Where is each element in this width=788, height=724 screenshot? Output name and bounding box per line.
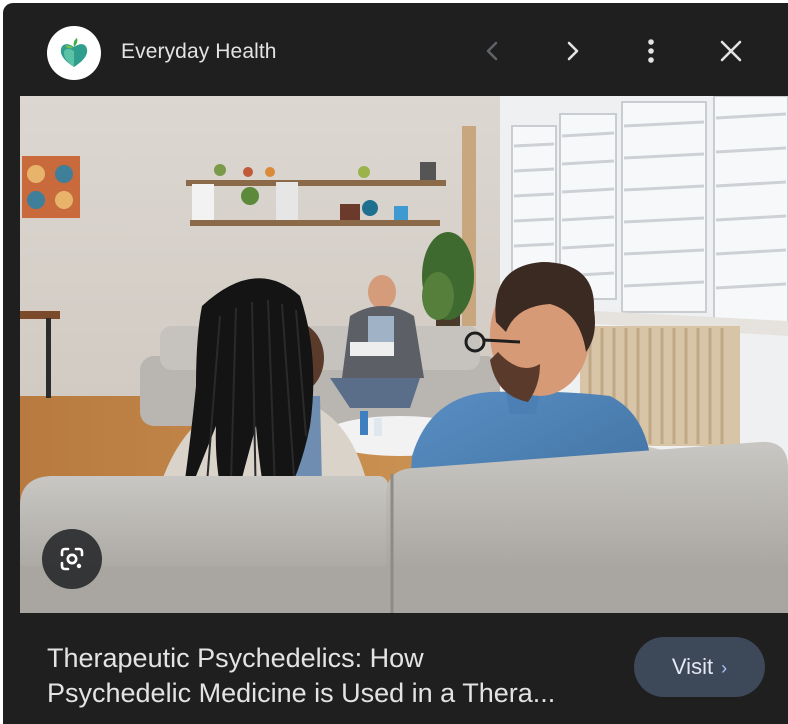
article-title-line-1: Therapeutic Psychedelics: How	[47, 643, 424, 673]
image-preview-panel: Everyday Health Therapeutic Psychedelics…	[3, 3, 788, 724]
apple-heart-logo-icon	[60, 38, 88, 67]
more-vert-icon	[648, 39, 654, 63]
next-button[interactable]	[554, 33, 590, 69]
more-options-button[interactable]	[633, 33, 669, 69]
chevron-right-icon: ›	[721, 658, 728, 678]
preview-image[interactable]	[20, 95, 788, 613]
visit-button[interactable]: Visit ›	[634, 637, 765, 697]
therapy-session-photo	[20, 95, 788, 613]
previous-button[interactable]	[475, 33, 511, 69]
close-button[interactable]	[713, 33, 749, 69]
close-icon	[720, 40, 742, 62]
visit-button-label: Visit	[671, 654, 714, 679]
preview-header: Everyday Health	[3, 3, 788, 95]
source-logo[interactable]	[47, 26, 101, 80]
chevron-left-icon	[486, 41, 498, 61]
chevron-right-icon	[567, 41, 579, 61]
article-title-line-2: Psychedelic Medicine is Used in a Thera.…	[47, 678, 556, 708]
google-lens-button[interactable]	[42, 529, 102, 589]
article-title[interactable]: Therapeutic Psychedelics: How Psychedeli…	[47, 641, 617, 711]
google-lens-icon	[60, 547, 84, 571]
source-name[interactable]: Everyday Health	[121, 39, 277, 65]
